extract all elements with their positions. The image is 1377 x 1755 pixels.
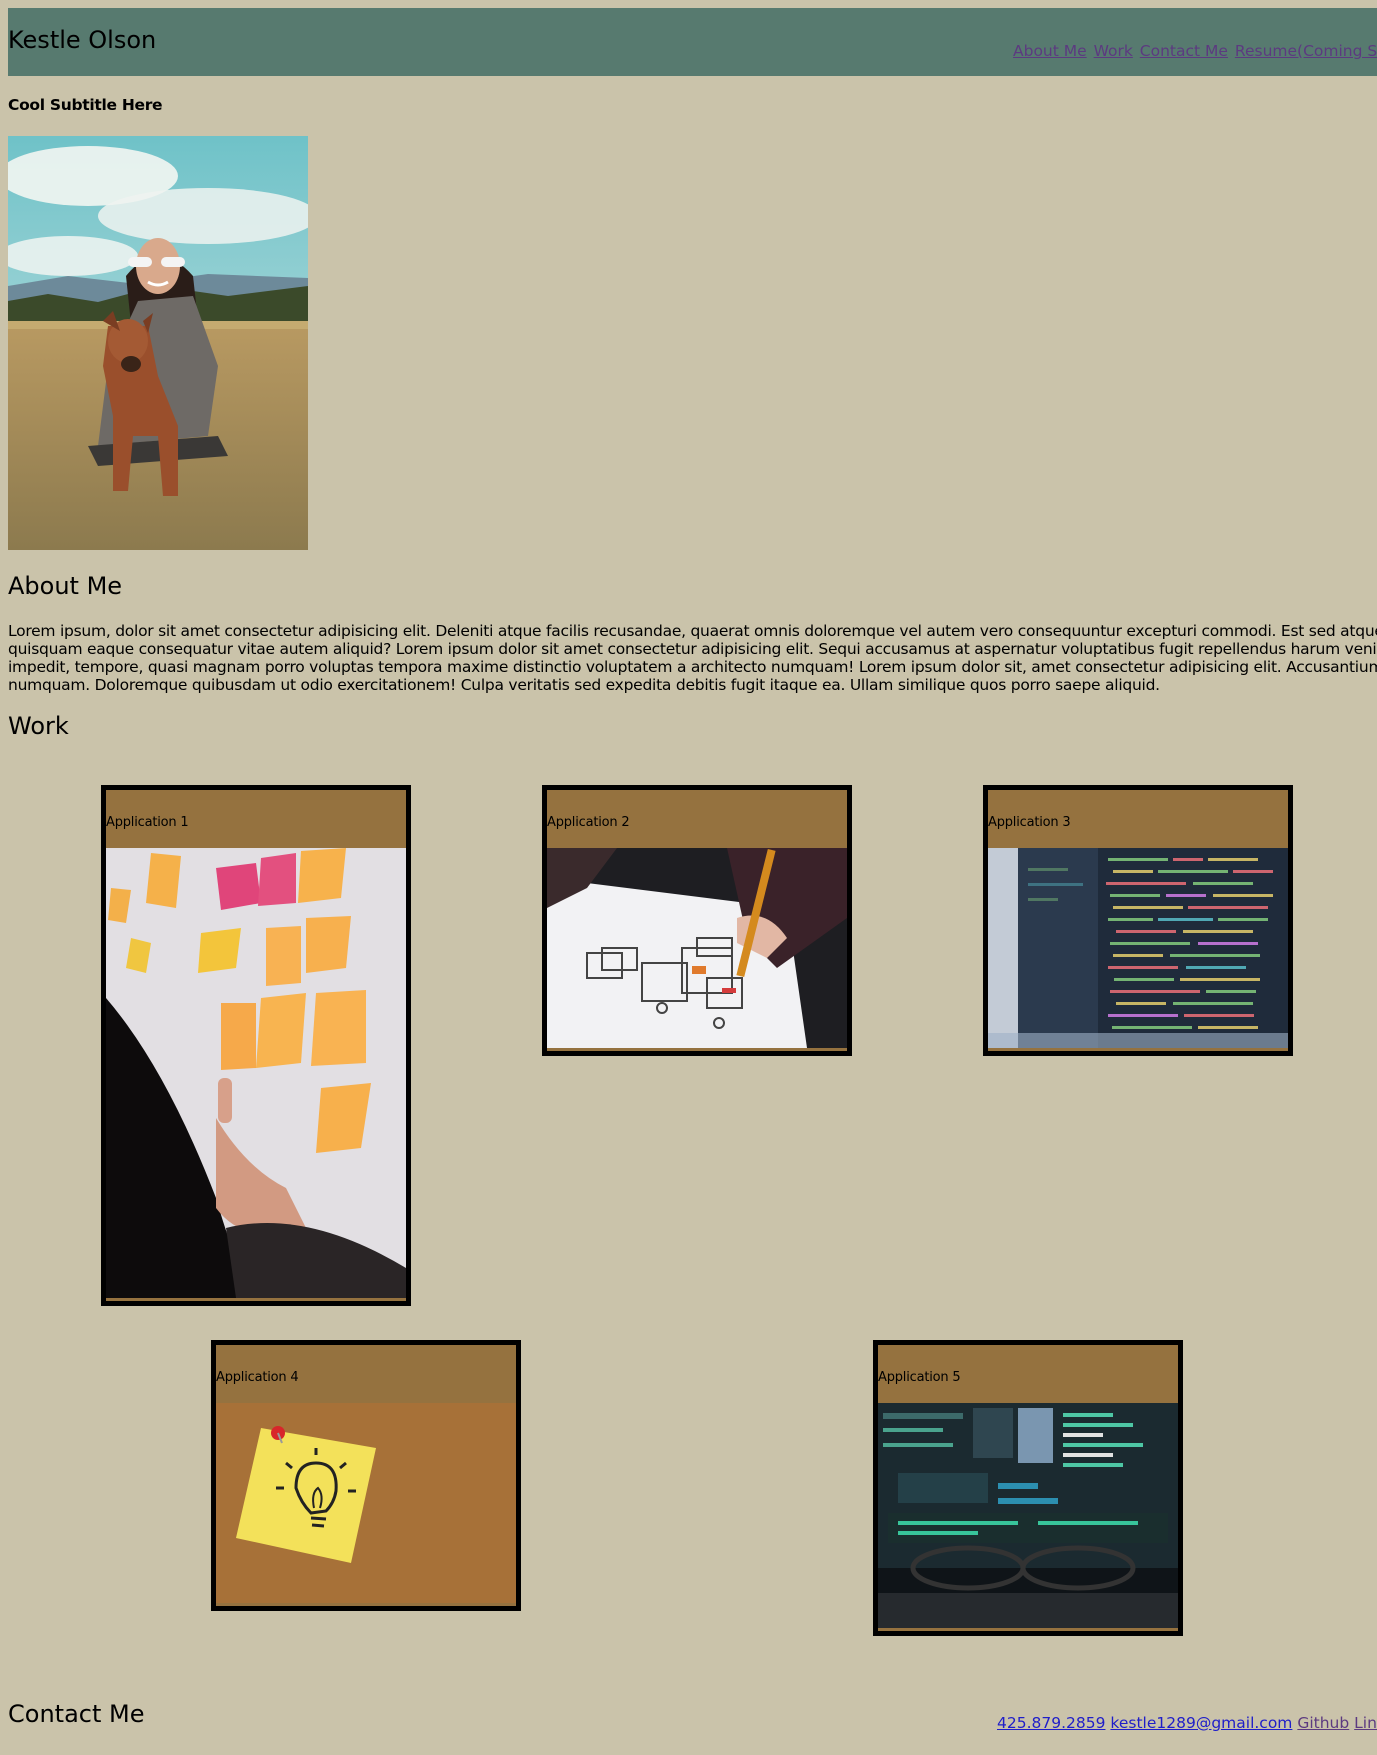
card-header: Application 1 xyxy=(106,790,406,848)
github-link[interactable]: Github xyxy=(1297,1714,1349,1732)
card-title: Application 1 xyxy=(106,815,189,830)
work-card-application-2[interactable]: Application 2 xyxy=(542,785,852,1056)
card-image-wireframe-sketch xyxy=(547,848,847,1048)
nav-link-about[interactable]: About Me xyxy=(1013,42,1087,60)
about-paragraph: Lorem ipsum, dolor sit amet consectetur … xyxy=(8,622,1377,694)
work-card-application-3[interactable]: Application 3 xyxy=(983,785,1293,1056)
linkedin-link[interactable]: LinkedIn xyxy=(1354,1714,1377,1732)
about-line: quisquam eaque consequatur vitae autem a… xyxy=(8,640,1377,658)
about-line: impedit, tempore, quasi magnam porro vol… xyxy=(8,658,1377,676)
card-image-lightbulb-note xyxy=(216,1403,516,1603)
work-card-application-5[interactable]: Application 5 xyxy=(873,1340,1183,1636)
phone-link[interactable]: 425.879.2859 xyxy=(997,1714,1105,1732)
card-title: Application 3 xyxy=(988,815,1071,830)
about-line: Lorem ipsum, dolor sit amet consectetur … xyxy=(8,622,1377,640)
card-title: Application 4 xyxy=(216,1370,299,1385)
work-card-application-1[interactable]: Application 1 xyxy=(101,785,411,1306)
email-link[interactable]: kestle1289@gmail.com xyxy=(1110,1714,1292,1732)
card-header: Application 3 xyxy=(988,790,1288,848)
card-header: Application 4 xyxy=(216,1345,516,1403)
about-heading: About Me xyxy=(8,572,123,600)
nav-link-resume[interactable]: Resume(Coming Soon) xyxy=(1235,42,1377,60)
site-title: Kestle Olson xyxy=(8,26,157,54)
contact-links: 425.879.2859 kestle1289@gmail.com Github… xyxy=(997,1714,1377,1732)
card-image-sticky-notes xyxy=(106,848,406,1298)
card-header: Application 5 xyxy=(878,1345,1178,1403)
nav-link-work[interactable]: Work xyxy=(1094,42,1133,60)
card-image-code-screen xyxy=(988,848,1288,1048)
main-nav: About Me Work Contact Me Resume(Coming S… xyxy=(1013,42,1377,60)
about-line: numquam. Doloremque quibusdam ut odio ex… xyxy=(8,676,1160,694)
card-image-monitor-glasses xyxy=(878,1403,1178,1628)
work-card-application-4[interactable]: Application 4 xyxy=(211,1340,521,1611)
profile-photo xyxy=(8,136,308,550)
card-title: Application 5 xyxy=(878,1370,961,1385)
page-subtitle: Cool Subtitle Here xyxy=(8,96,163,114)
card-title: Application 2 xyxy=(547,815,630,830)
card-header: Application 2 xyxy=(547,790,847,848)
nav-link-contact[interactable]: Contact Me xyxy=(1140,42,1228,60)
work-heading: Work xyxy=(8,712,69,740)
contact-heading: Contact Me xyxy=(8,1700,145,1728)
site-header: Kestle Olson About Me Work Contact Me Re… xyxy=(8,8,1377,76)
